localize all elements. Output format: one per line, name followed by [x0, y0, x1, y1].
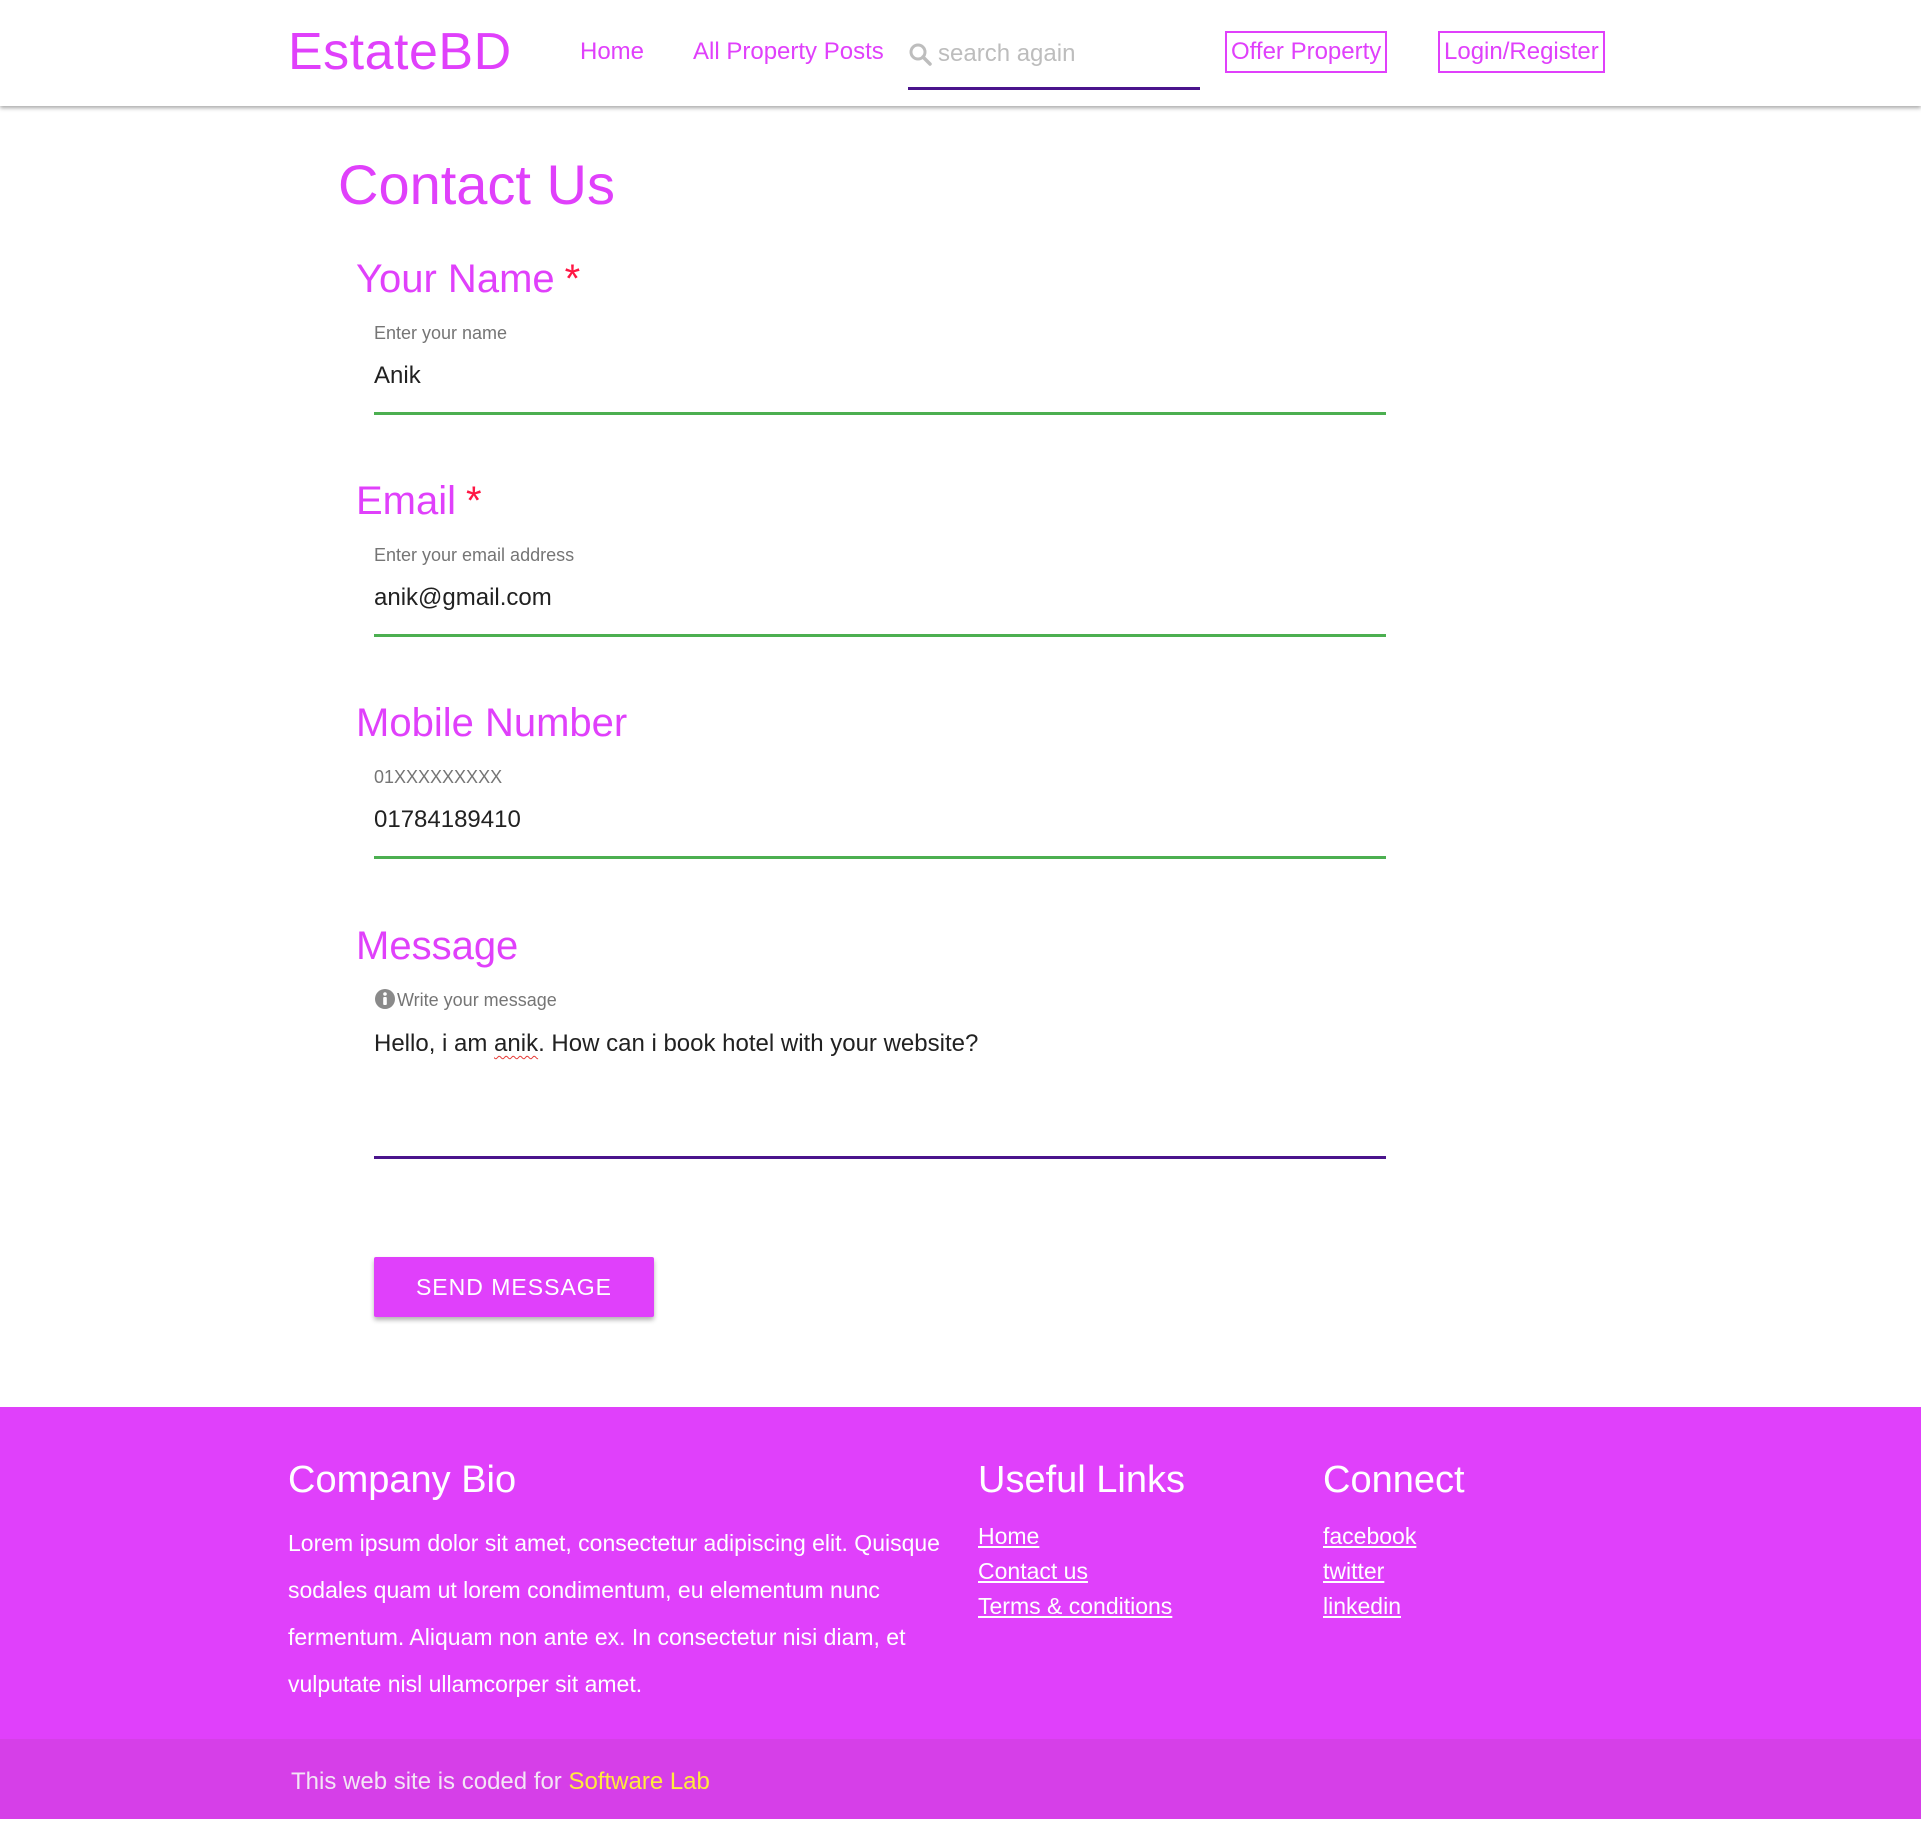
footer-link-facebook[interactable]: facebook [1323, 1522, 1416, 1550]
search-icon [909, 43, 932, 66]
mobile-field[interactable]: 01784189410 [374, 805, 521, 835]
mobile-hint: 01XXXXXXXXX [374, 767, 503, 787]
email-label: Email * [356, 478, 482, 524]
top-navbar: EstateBD Home All Property Posts Offer P… [0, 0, 1921, 106]
copyright-bar [0, 1739, 1921, 1819]
message-text-start: Hello, i am [374, 1030, 495, 1057]
search-input[interactable] [938, 38, 1193, 70]
message-text-end: . How can i book hotel with your website… [538, 1030, 979, 1057]
name-label: Your Name * [356, 256, 580, 302]
connect-heading: Connect [1323, 1459, 1465, 1501]
search-box [908, 32, 1200, 90]
misspelled-word: anik [494, 1030, 539, 1057]
name-field-underline [374, 412, 1386, 415]
info-icon [375, 989, 395, 1009]
footer-link-terms[interactable]: Terms & conditions [978, 1592, 1172, 1620]
page-title: Contact Us [338, 153, 615, 216]
useful-links-heading: Useful Links [978, 1459, 1185, 1501]
email-field[interactable]: anik@gmail.com [374, 583, 552, 613]
name-hint: Enter your name [374, 323, 508, 343]
copyright-prefix: This web site is coded for [291, 1768, 569, 1795]
copyright-highlight[interactable]: Software Lab [568, 1768, 709, 1795]
nav-all-property-posts-link[interactable]: All Property Posts [693, 38, 884, 66]
message-hint: Write your message [374, 988, 557, 1011]
brand-logo[interactable]: EstateBD [288, 24, 512, 80]
message-label: Message [356, 924, 519, 968]
footer-link-twitter[interactable]: twitter [1323, 1557, 1384, 1585]
company-bio-heading: Company Bio [288, 1459, 517, 1501]
name-label-text: Your Name [356, 257, 555, 301]
message-hint-text: Write your message [397, 990, 557, 1010]
nav-home-link[interactable]: Home [580, 38, 644, 66]
name-field[interactable]: Anik [374, 361, 421, 391]
required-mark: * [564, 257, 581, 301]
copyright-text: This web site is coded for Software Lab [291, 1768, 710, 1796]
offer-property-button[interactable]: Offer Property [1225, 31, 1388, 73]
email-label-text: Email [356, 479, 457, 523]
mobile-label: Mobile Number [356, 701, 628, 745]
company-bio-text: Lorem ipsum dolor sit amet, consectetur … [288, 1530, 940, 1697]
message-field-underline [374, 1156, 1386, 1159]
footer-link-contact-us[interactable]: Contact us [978, 1557, 1088, 1585]
email-field-underline [374, 634, 1386, 637]
required-mark: * [466, 479, 482, 523]
email-hint: Enter your email address [374, 545, 575, 565]
send-message-button[interactable]: SEND MESSAGE [374, 1257, 654, 1317]
footer-link-linkedin[interactable]: linkedin [1323, 1592, 1401, 1620]
login-register-button[interactable]: Login/Register [1438, 31, 1605, 73]
mobile-field-underline [374, 856, 1386, 859]
footer-link-home[interactable]: Home [978, 1522, 1039, 1550]
message-textarea[interactable]: Hello, i am anik. How can i book hotel w… [374, 1029, 978, 1059]
